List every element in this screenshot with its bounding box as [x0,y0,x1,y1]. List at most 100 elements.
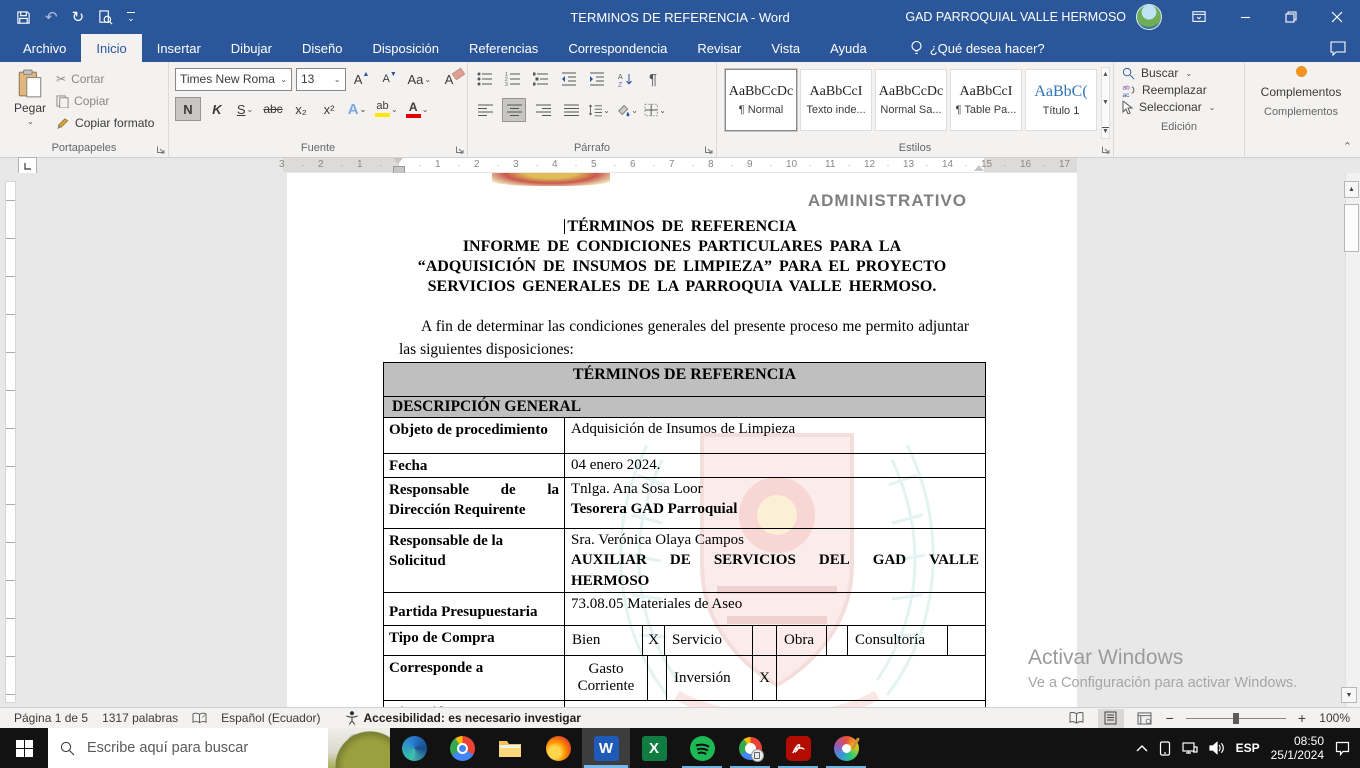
tab-disposición[interactable]: Disposición [357,34,453,62]
shrink-font-button[interactable]: A▼ [378,68,402,90]
vertical-scrollbar[interactable]: ▲ [1345,173,1360,707]
accessibility-status[interactable]: Accesibilidad: es necesario investigar [364,711,581,725]
tab-vista[interactable]: Vista [756,34,815,62]
text-effects-button[interactable]: A⌄ [345,98,369,120]
subscript-button[interactable]: x₂ [289,98,313,120]
font-name-combobox[interactable]: Times New Roma⌄ [175,68,292,91]
styles-scroll-down-icon[interactable]: ▼ [1102,99,1109,106]
highlight-color-button[interactable]: ab ⌄ [373,98,400,120]
account-avatar[interactable] [1136,4,1162,30]
document-page[interactable]: ADMINISTRATIVO TÉRMINOS DE REFERENCIAINF… [287,173,1077,707]
taskbar-search-input[interactable]: Escribe aquí para buscar [48,728,390,768]
align-center-icon[interactable] [502,98,526,122]
taskbar-explorer-icon[interactable] [486,728,534,768]
justify-icon[interactable] [560,99,582,121]
align-left-icon[interactable] [474,99,496,121]
cut-button[interactable]: ✂ Cortar [56,69,154,89]
styles-scroll-up-icon[interactable]: ▲ [1102,71,1109,78]
find-button[interactable]: Buscar⌄ [1122,66,1236,80]
tab-inicio[interactable]: Inicio [81,34,141,62]
page-indicator[interactable]: Página 1 de 5 [14,711,88,725]
style-item[interactable]: AaBbCcDc¶ Normal [725,69,797,131]
font-dialog-launcher-icon[interactable] [455,145,464,154]
language-indicator[interactable]: Español (Ecuador) [221,711,320,725]
underline-button[interactable]: S⌄ [233,98,257,120]
save-icon[interactable] [16,10,31,25]
ribbon-display-options-icon[interactable] [1176,0,1222,34]
tab-archivo[interactable]: Archivo [8,34,81,62]
taskbar-spotify-icon[interactable] [678,728,726,768]
tab-correspondencia[interactable]: Correspondencia [553,34,682,62]
taskbar-word-icon[interactable]: W [582,728,630,768]
style-item[interactable]: AaBbCcI¶ Table Pa... [950,69,1022,131]
clear-formatting-button[interactable]: A [437,68,461,90]
tell-me-box[interactable]: ¿Qué desea hacer? [910,40,1045,62]
change-case-button[interactable]: Aa⌄ [406,68,433,90]
line-spacing-icon[interactable]: ⌄ [588,99,610,121]
network-icon[interactable] [1182,741,1198,755]
scrollbar-thumb[interactable] [1344,204,1359,252]
select-button[interactable]: Seleccionar⌄ [1122,100,1236,114]
your-phone-icon[interactable] [1159,741,1171,756]
undo-icon[interactable]: ↶ [45,10,58,25]
web-layout-icon[interactable] [1132,709,1158,728]
styles-gallery-scroll[interactable]: ▲ ▼ ▼ [1101,67,1110,139]
numbering-icon[interactable]: 123 [502,68,524,90]
close-button[interactable] [1314,0,1360,34]
proofing-icon[interactable] [192,712,207,725]
search-highlight-image[interactable] [328,728,390,768]
scroll-up-icon[interactable]: ▲ [1344,181,1359,198]
zoom-slider[interactable] [1186,718,1286,719]
paragraph-dialog-launcher-icon[interactable] [704,145,713,154]
taskbar-firefox-icon[interactable] [534,728,582,768]
grow-font-button[interactable]: A▲ [350,68,374,90]
font-color-button[interactable]: A ⌄ [404,98,431,120]
zoom-level[interactable]: 100% [1314,711,1350,725]
reference-table[interactable]: TÉRMINOS DE REFERENCIADESCRIPCIÓN GENERA… [383,362,986,707]
increase-indent-icon[interactable] [586,68,608,90]
copy-button[interactable]: Copiar [56,91,154,111]
word-count[interactable]: 1317 palabras [102,711,178,725]
account-name[interactable]: GAD PARROQUIAL VALLE HERMOSO [905,10,1126,24]
taskbar-edge-icon[interactable] [390,728,438,768]
tab-dibujar[interactable]: Dibujar [216,34,287,62]
taskbar-chrome-icon[interactable] [438,728,486,768]
styles-more-icon[interactable]: ▼ [1102,127,1109,135]
accessibility-icon[interactable] [345,711,359,725]
scroll-down-icon[interactable]: ▼ [1341,687,1357,703]
restore-button[interactable] [1268,0,1314,34]
font-size-combobox[interactable]: 13⌄ [296,68,346,91]
addins-button[interactable]: Complementos [1245,62,1357,103]
tray-expand-icon[interactable] [1136,744,1148,752]
tab-diseño[interactable]: Diseño [287,34,357,62]
redo-icon[interactable]: ↻ [72,10,85,25]
action-center-icon[interactable] [1335,741,1350,756]
zoom-slider-thumb[interactable] [1233,713,1239,724]
style-item[interactable]: AaBbCcITexto inde... [800,69,872,131]
start-button[interactable] [0,728,48,768]
taskbar-chrome-app-icon[interactable] [726,728,774,768]
first-line-indent-marker[interactable] [393,158,403,164]
styles-dialog-launcher-icon[interactable] [1101,145,1110,154]
read-mode-icon[interactable] [1064,709,1090,728]
sort-icon[interactable]: AZ [614,68,636,90]
input-language-indicator[interactable]: ESP [1236,741,1260,755]
taskbar-clock[interactable]: 08:50 25/1/2024 [1271,734,1324,762]
strikethrough-button[interactable]: abc [261,98,285,120]
multilevel-list-icon[interactable] [530,68,552,90]
minimize-button[interactable] [1222,0,1268,34]
align-right-icon[interactable] [532,99,554,121]
taskbar-paint-icon[interactable] [822,728,870,768]
print-preview-icon[interactable] [98,10,113,25]
clipboard-dialog-launcher-icon[interactable] [156,145,165,154]
format-painter-button[interactable]: Copiar formato [56,113,154,133]
paste-button[interactable]: Pegar ⌄ [6,67,54,139]
horizontal-ruler[interactable]: 1231234567891011121314151617············… [283,158,1077,172]
customize-qat-icon[interactable]: ⌄ [127,12,135,23]
tab-revisar[interactable]: Revisar [682,34,756,62]
feedback-icon[interactable] [1330,41,1346,62]
collapse-ribbon-icon[interactable]: ⌃ [1343,140,1352,153]
zoom-out-button[interactable]: − [1166,710,1174,726]
print-layout-icon[interactable] [1098,709,1124,728]
superscript-button[interactable]: x² [317,98,341,120]
